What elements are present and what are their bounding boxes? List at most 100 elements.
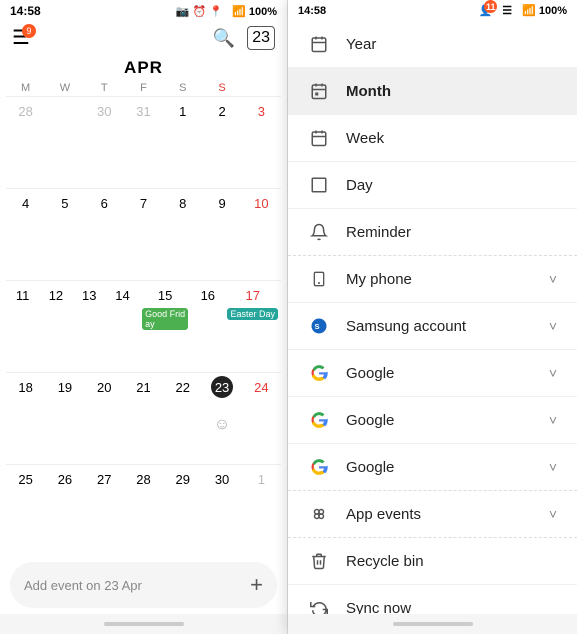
day-label-f: F [124,82,163,94]
day-labels: M W T F S S [0,80,287,96]
battery-icon: 📷 ⏰ 📍 📶 100% [176,5,277,18]
day-label-m: M [6,82,45,94]
cal-cell[interactable]: 1 [163,97,202,188]
cal-cell[interactable]: 11 [6,281,39,372]
cal-cell[interactable]: 13 [73,281,106,372]
menu-label-google-3: Google [346,459,394,476]
menu-label-month: Month [346,83,391,100]
event-chip-easter: Easter Day [227,308,278,320]
cal-cell[interactable] [45,97,84,188]
cal-cell[interactable]: 6 [85,189,124,280]
month-title: APR [0,54,287,80]
date-button[interactable]: 23 [247,26,275,50]
status-icons-left: 📷 ⏰ 📍 📶 100% [176,5,277,18]
day-label-s2: S [202,82,241,94]
menu-item-year[interactable]: Year [288,21,577,68]
menu-item-google-3[interactable]: Google ˅ [288,444,577,491]
menu-label-samsung: Samsung account [346,318,466,335]
chevron-appevents-icon: ˅ [549,506,557,522]
calendar-year-icon [308,35,330,53]
cal-cell[interactable]: 7 [124,189,163,280]
cal-week-4: 18 19 20 21 22 23 ☺ 24 [6,372,281,464]
cal-cell[interactable]: 27 [85,465,124,556]
add-event-plus-button[interactable]: + [250,572,263,598]
hamburger-badge: 9 [22,24,36,38]
nav-bottom-left [0,614,287,634]
menu-label-year: Year [346,36,376,53]
phone-icon [308,270,330,288]
cal-cell[interactable]: 14 [106,281,139,372]
status-bar-left: 14:58 📷 ⏰ 📍 📶 100% [0,0,287,22]
cal-cell[interactable]: 2 [202,97,241,188]
cal-cell[interactable]: 20 [85,373,124,464]
cal-week-2: 4 5 6 7 8 9 10 [6,188,281,280]
menu-item-recyclebin[interactable]: Recycle bin [288,538,577,585]
calendar-day-icon [308,176,330,194]
menu-label-reminder: Reminder [346,224,411,241]
menu-label-appevents: App events [346,506,421,523]
menu-item-samsung[interactable]: S Samsung account ˅ [288,303,577,350]
signal-icon: 📶 100% [522,4,567,17]
menu-label-google-2: Google [346,412,394,429]
google-icon-1 [308,364,330,382]
cal-cell[interactable]: 22 [163,373,202,464]
menu-item-google-1[interactable]: Google ˅ [288,350,577,397]
cal-cell[interactable]: 1 [242,465,281,556]
menu-item-myphone[interactable]: My phone ˅ [288,256,577,303]
cal-cell[interactable]: 24 [242,373,281,464]
sync-icon [308,599,330,614]
cal-cell[interactable]: 3 [242,97,281,188]
menu-item-syncnow[interactable]: Sync now [288,585,577,614]
status-icons-right: 👤 11 ☰ 📶 100% [479,4,567,17]
menu-item-week[interactable]: Week [288,115,577,162]
right-panel: 14:58 👤 11 ☰ 📶 100% Year [288,0,577,634]
cal-cell[interactable]: 30 [85,97,124,188]
cal-cell[interactable]: 18 [6,373,45,464]
cal-cell[interactable]: 17 Easter Day [224,281,281,372]
calendar-grid: 28 30 31 1 2 3 4 5 6 7 8 9 10 11 12 13 1… [0,96,287,556]
add-event-label: Add event on 23 Apr [24,578,142,593]
menu-item-google-2[interactable]: Google ˅ [288,397,577,444]
notification-icon: 👤 11 [479,4,493,17]
menu-label-myphone: My phone [346,271,412,288]
time-right: 14:58 [298,5,326,17]
top-bar-left: ☰ 9 🔍 23 [0,22,287,54]
cal-cell[interactable]: 12 [39,281,72,372]
calendar-week-icon [308,129,330,147]
cal-cell[interactable]: 10 [242,189,281,280]
reminder-icon [308,223,330,241]
event-chip-good-friday: Good Friday [142,308,188,330]
cal-cell[interactable]: 15 Good Friday [139,281,191,372]
settings-right-icon: ☰ [502,4,512,17]
menu-label-recyclebin: Recycle bin [346,553,424,570]
menu-item-appevents[interactable]: App events ˅ [288,491,577,538]
app-events-icon [308,505,330,523]
menu-item-reminder[interactable]: Reminder [288,209,577,256]
cal-cell[interactable]: 28 [6,97,45,188]
cal-cell[interactable]: 16 [191,281,224,372]
cal-cell[interactable]: 9 [202,189,241,280]
menu-item-month[interactable]: Month [288,68,577,115]
cal-cell[interactable]: 4 [6,189,45,280]
search-button[interactable]: 🔍 [213,28,235,49]
cal-cell[interactable]: 31 [124,97,163,188]
google-icon-3 [308,458,330,476]
add-event-bar[interactable]: Add event on 23 Apr + [10,562,277,608]
cal-cell-today[interactable]: 23 ☺ [202,373,241,464]
time-left: 14:58 [10,4,41,18]
cal-cell[interactable]: 29 [163,465,202,556]
nav-pill-right [393,622,473,626]
chevron-google-2-icon: ˅ [549,412,557,428]
day-label-w: W [45,82,84,94]
cal-cell[interactable]: 28 [124,465,163,556]
cal-cell[interactable]: 19 [45,373,84,464]
cal-cell[interactable]: 25 [6,465,45,556]
cal-cell[interactable]: 8 [163,189,202,280]
cal-cell[interactable]: 30 [202,465,241,556]
nav-pill-left [104,622,184,626]
menu-item-day[interactable]: Day [288,162,577,209]
cal-cell[interactable]: 26 [45,465,84,556]
cal-cell[interactable]: 21 [124,373,163,464]
cal-cell[interactable]: 5 [45,189,84,280]
hamburger-button[interactable]: ☰ 9 [12,28,30,48]
